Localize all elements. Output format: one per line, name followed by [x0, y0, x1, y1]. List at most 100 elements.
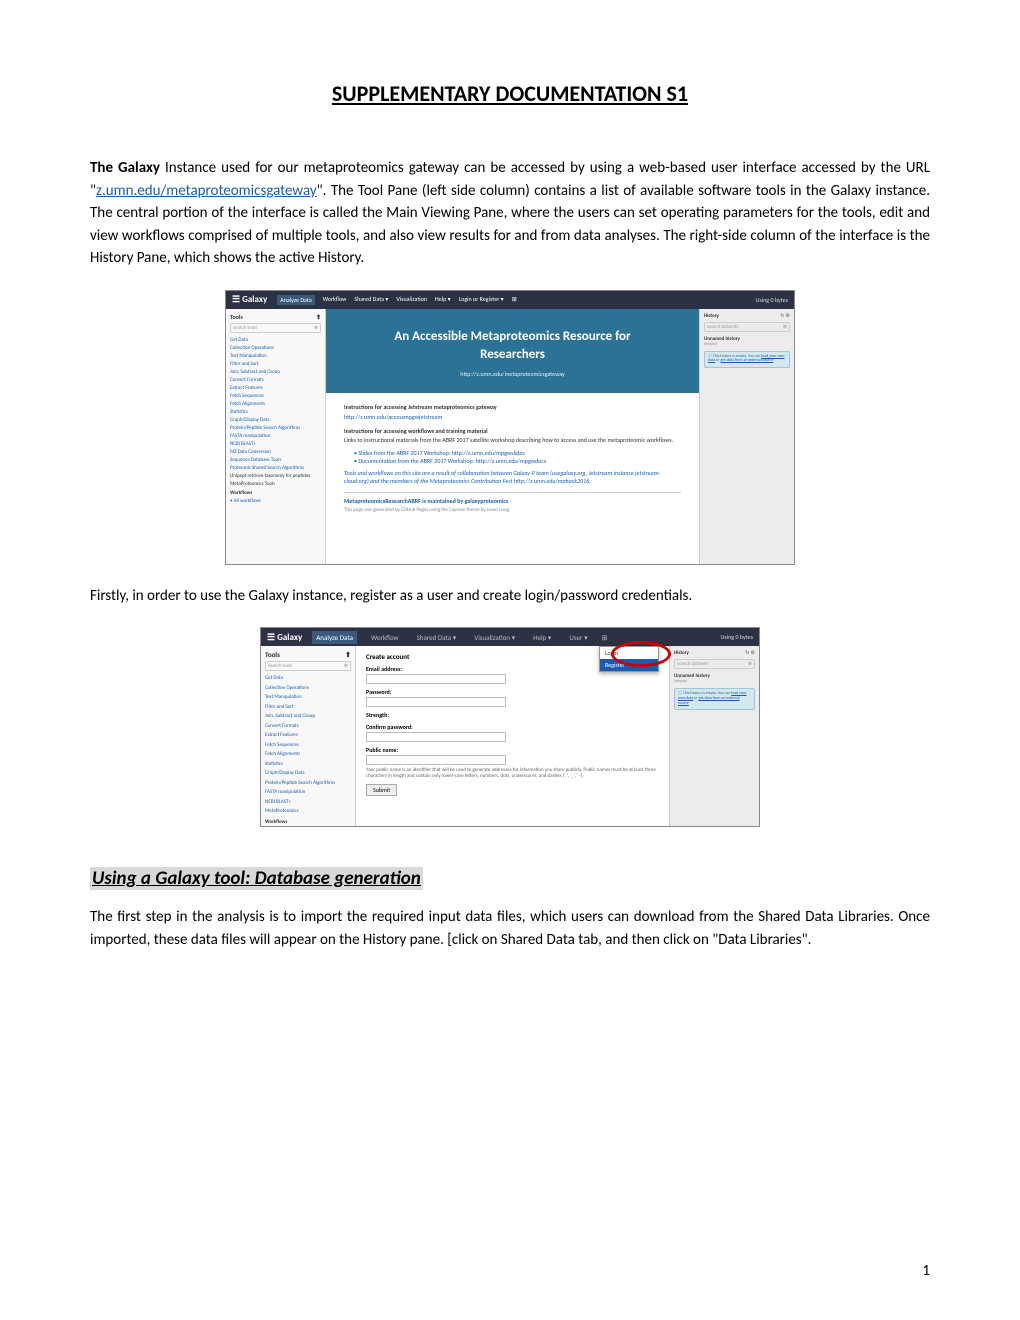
content-link1[interactable]: http://z.umn.edu/accessmpgwjetstream: [344, 413, 681, 421]
nav-login[interactable]: Login or Register ▾: [459, 295, 504, 305]
screenshot2-container: ☰ Galaxy Analyze Data Workflow Shared Da…: [90, 627, 930, 827]
tool-item[interactable]: Fetch Alignments: [230, 400, 321, 408]
tool-item[interactable]: Fetch Alignments: [265, 750, 351, 760]
history-label: History: [674, 650, 689, 656]
hero-url[interactable]: http://z.umn.edu/metaproteomicsgateway: [336, 370, 689, 378]
nav-analyze[interactable]: Analyze Data: [312, 631, 357, 644]
tool-item[interactable]: Get Data: [230, 336, 321, 344]
nav-items: Analyze Data Workflow Shared Data ▾ Visu…: [277, 295, 516, 305]
dropdown-register[interactable]: Register: [600, 659, 658, 671]
content-p2: Links to instructional materials from th…: [344, 437, 681, 445]
tool-search[interactable]: search tools⊗: [230, 323, 321, 333]
nav-shared[interactable]: Shared Data ▾: [413, 631, 461, 644]
content-li1[interactable]: • Slides from the ABRF 2017 Workshop: ht…: [354, 449, 681, 457]
tool-item[interactable]: Join, Subtract and Group: [265, 712, 351, 722]
nav-viz[interactable]: Visualization ▾: [470, 631, 519, 644]
usage-label: Using 0 bytes: [756, 296, 788, 304]
tool-item[interactable]: Protein/Peptide Search Algorithms: [265, 779, 351, 789]
tool-item[interactable]: Text Manipulation: [265, 693, 351, 703]
get-data-link[interactable]: get data from an external source: [721, 358, 774, 363]
nav-user[interactable]: User ▾: [565, 631, 591, 644]
history-search[interactable]: search datasets⊗: [704, 322, 790, 332]
main-pane: An Accessible Metaproteomics Resource fo…: [326, 309, 699, 564]
content-p3: Tools and workflows on this site are a r…: [344, 470, 681, 486]
hero-banner: An Accessible Metaproteomics Resource fo…: [326, 309, 699, 394]
nav-workflow[interactable]: Workflow: [367, 631, 403, 644]
nav-analyze[interactable]: Analyze Data: [277, 295, 314, 305]
page-number: 1: [922, 1262, 930, 1280]
all-workflows[interactable]: • All workflows: [230, 497, 321, 505]
tool-item[interactable]: FASTA manipulation: [265, 788, 351, 798]
galaxy-screenshot-1: ☰ Galaxy Analyze Data Workflow Shared Da…: [225, 290, 795, 565]
content-h2: Instructions for accessing workflows and…: [344, 427, 681, 435]
submit-button[interactable]: Submit: [366, 784, 397, 796]
tool-item[interactable]: Filter and Sort: [265, 703, 351, 713]
tool-item[interactable]: Collection Operations: [230, 344, 321, 352]
para1-lead: The Galaxy: [90, 159, 160, 177]
nav-help[interactable]: Help ▾: [435, 295, 451, 305]
upload-icon[interactable]: ⬆: [345, 650, 351, 659]
tool-item[interactable]: Filter and Sort: [230, 360, 321, 368]
workflows-label: Workflows: [265, 817, 351, 826]
tool-item[interactable]: Statistics: [230, 408, 321, 416]
tool-item[interactable]: Protein/Peptide Search Algorithms: [230, 424, 321, 432]
tools-header: Tools: [265, 650, 280, 659]
tool-item[interactable]: Statistics: [265, 760, 351, 770]
nav-viz[interactable]: Visualization: [396, 295, 427, 305]
history-search[interactable]: search datasets⊗: [674, 659, 755, 669]
public-name-label: Public name:: [366, 746, 659, 754]
grid-icon[interactable]: ⊞: [512, 295, 517, 305]
content-li2[interactable]: • Documentation from the ABRF 2017 Works…: [354, 457, 681, 465]
history-size: (empty): [674, 679, 755, 684]
tool-item[interactable]: NCBI BLAST+: [230, 440, 321, 448]
section-heading: Using a Galaxy tool: Database generation: [90, 867, 423, 890]
register-form: Create account Email address: Password: …: [356, 646, 669, 826]
history-size: (empty): [704, 342, 790, 347]
tool-item[interactable]: Sequence Database Tools: [230, 456, 321, 464]
confirm-input[interactable]: [366, 732, 506, 742]
tool-item[interactable]: MZ Data Conversion: [230, 448, 321, 456]
all-workflows[interactable]: • All workflows: [265, 826, 351, 828]
tool-item[interactable]: NCBI BLAST+: [265, 798, 351, 808]
history-label: History: [704, 313, 719, 319]
gateway-link[interactable]: z.umn.edu/metaproteomicsgateway: [96, 182, 317, 200]
tool-item[interactable]: Fetch Sequences: [265, 741, 351, 751]
intro-paragraph: The Galaxy Instance used for our metapro…: [90, 157, 930, 270]
history-pane: History ↻ ⚙ search datasets⊗ Unnamed his…: [699, 309, 794, 564]
tool-item[interactable]: MetaProteomics: [265, 807, 351, 817]
tool-item[interactable]: Text Manipulation: [230, 352, 321, 360]
upload-icon[interactable]: ⬆: [316, 313, 321, 321]
tool-item[interactable]: Collection Operations: [265, 684, 351, 694]
nav-help[interactable]: Help ▾: [529, 631, 555, 644]
hero-line2: Researchers: [336, 347, 689, 362]
tool-item[interactable]: Extract Features: [230, 384, 321, 392]
tool-item[interactable]: Join, Subtract and Group: [230, 368, 321, 376]
clear-icon[interactable]: ⊗: [314, 325, 318, 331]
galaxy-header: ☰ Galaxy Analyze Data Workflow Shared Da…: [226, 291, 794, 309]
tool-item[interactable]: Proteomic Shared Search Algorithms: [230, 464, 321, 472]
public-name-input[interactable]: [366, 755, 506, 765]
dropdown-login[interactable]: Login: [600, 647, 658, 659]
tool-item[interactable]: Extract Features: [265, 731, 351, 741]
screenshot1-container: ☰ Galaxy Analyze Data Workflow Shared Da…: [90, 290, 930, 565]
password-input[interactable]: [366, 697, 506, 707]
history-empty-msg: ⓘ This history is empty. You can load yo…: [704, 351, 790, 369]
tool-item[interactable]: FASTA manipulation: [230, 432, 321, 440]
history-icons[interactable]: ↻ ⚙: [780, 313, 790, 319]
tool-sub[interactable]: MetaProteomics Tools: [230, 480, 321, 488]
tool-item[interactable]: Convert Formats: [230, 376, 321, 384]
tool-item[interactable]: Graph/Display Data: [230, 416, 321, 424]
tools-header: Tools: [230, 313, 243, 321]
tool-sub[interactable]: Unipept retrieve taxonomy for peptides: [230, 472, 321, 480]
email-input[interactable]: [366, 674, 506, 684]
nav-workflow[interactable]: Workflow: [323, 295, 347, 305]
history-icons[interactable]: ↻ ⚙: [745, 650, 755, 656]
grid-icon[interactable]: ⊞: [602, 633, 608, 642]
tool-item[interactable]: Fetch Sequences: [230, 392, 321, 400]
tool-item[interactable]: Convert Formats: [265, 722, 351, 732]
tool-search[interactable]: search tools⊗: [265, 661, 351, 671]
workflows-label: Workflows: [230, 488, 321, 497]
nav-shared[interactable]: Shared Data ▾: [354, 295, 388, 305]
tool-item[interactable]: Graph/Display Data: [265, 769, 351, 779]
tool-item[interactable]: Get Data: [265, 674, 351, 684]
